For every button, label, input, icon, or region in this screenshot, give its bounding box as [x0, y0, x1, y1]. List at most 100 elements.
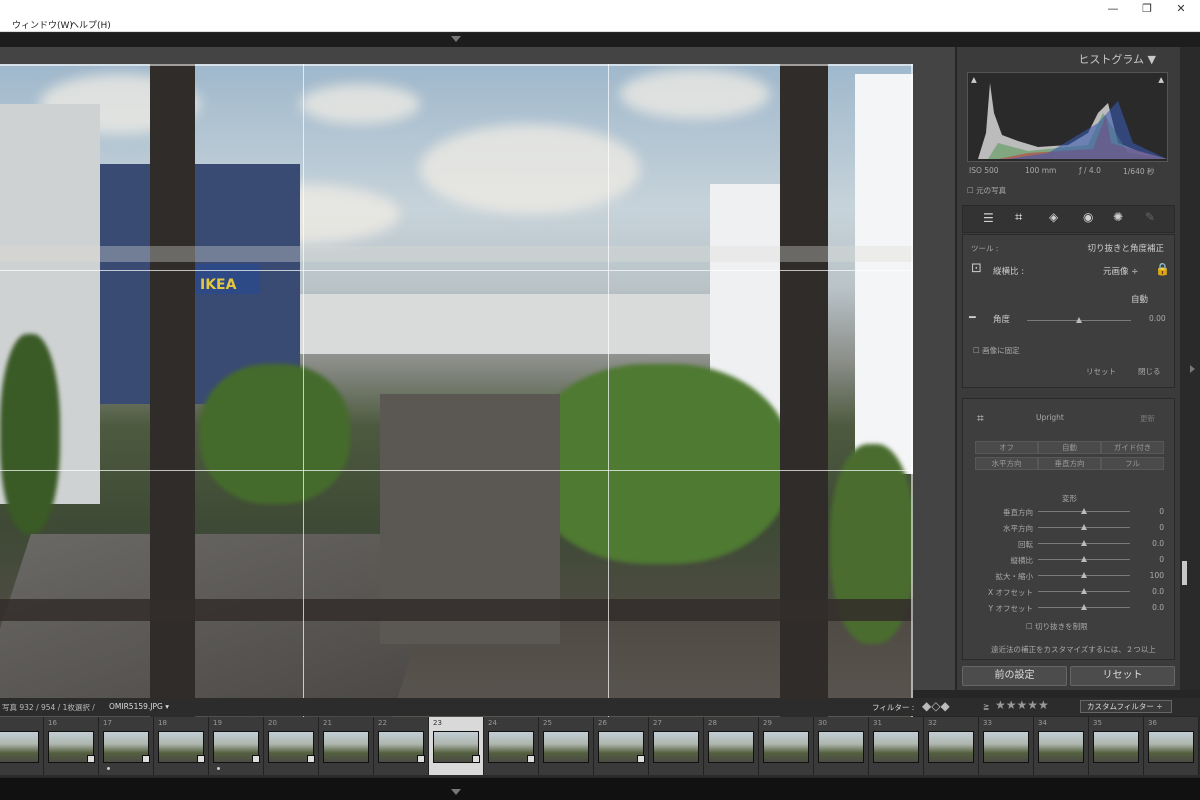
rating-operator[interactable]: ≧ — [983, 702, 989, 711]
edited-badge-icon[interactable] — [307, 755, 315, 763]
frame-thumbnail[interactable] — [928, 731, 974, 763]
transform-slider-value[interactable]: 100 — [1150, 571, 1164, 580]
frame-thumbnail[interactable] — [818, 731, 864, 763]
frame-thumbnail[interactable] — [323, 731, 369, 763]
frame-thumbnail[interactable] — [0, 731, 39, 763]
transform-slider-value[interactable]: 0.0 — [1152, 539, 1164, 548]
filmstrip-frame[interactable]: 20 — [264, 717, 319, 775]
transform-slider-knob[interactable] — [1081, 588, 1087, 594]
frame-thumbnail[interactable] — [1093, 731, 1139, 763]
red-eye-icon[interactable]: ◉ — [1083, 210, 1093, 224]
filmstrip-frame[interactable]: 16 — [44, 717, 99, 775]
transform-slider-knob[interactable] — [1081, 540, 1087, 546]
photo-canvas[interactable]: IKEA — [0, 64, 913, 722]
original-photo-toggle[interactable]: ☐ 元の写真 — [967, 185, 1006, 196]
transform-slider-knob[interactable] — [1081, 556, 1087, 562]
angle-value[interactable]: 0.00 — [1149, 314, 1166, 323]
filmstrip-frame[interactable]: 29 — [759, 717, 814, 775]
edited-badge-icon[interactable] — [637, 755, 645, 763]
transform-slider-value[interactable]: 0.0 — [1152, 603, 1164, 612]
straighten-tool-icon[interactable]: ━ — [969, 311, 976, 324]
crop-reset-button[interactable]: リセット — [1086, 366, 1116, 377]
histogram-clip-highlight-icon[interactable]: ▲ — [1158, 75, 1164, 84]
filmstrip-frame[interactable]: 34 — [1034, 717, 1089, 775]
custom-filter-select[interactable]: カスタムフィルター ÷ — [1080, 700, 1172, 713]
edited-badge-icon[interactable] — [417, 755, 425, 763]
constrain-crop-checkbox[interactable]: ☐ 切り抜きを制限 — [1026, 621, 1088, 632]
close-button[interactable]: ✕ — [1172, 2, 1190, 16]
panel-toggle-arrow-icon[interactable] — [1190, 365, 1195, 373]
menu-window[interactable]: ウィンドウ(W) — [12, 18, 73, 31]
reset-button[interactable]: リセット — [1070, 666, 1175, 686]
filmstrip-frame[interactable]: 33 — [979, 717, 1034, 775]
edited-badge-icon[interactable] — [252, 755, 260, 763]
filmstrip-frame[interactable]: 35 — [1089, 717, 1144, 775]
edited-badge-icon[interactable] — [87, 755, 95, 763]
aspect-select[interactable]: 元画像 ÷ — [1103, 265, 1138, 277]
filmstrip-frame[interactable]: 24 — [484, 717, 539, 775]
histogram-clip-shadow-icon[interactable]: ▲ — [971, 75, 977, 84]
frame-thumbnail[interactable] — [543, 731, 589, 763]
filmstrip-frame[interactable] — [0, 717, 44, 775]
transform-slider-knob[interactable] — [1081, 524, 1087, 530]
filmstrip-frame[interactable]: 18 — [154, 717, 209, 775]
filmstrip-frame[interactable]: 31 — [869, 717, 924, 775]
edited-badge-icon[interactable] — [527, 755, 535, 763]
collapse-bottom-arrow-icon[interactable] — [451, 789, 461, 795]
collapse-top-arrow-icon[interactable] — [451, 36, 461, 42]
transform-slider-knob[interactable] — [1081, 572, 1087, 578]
graduated-filter-icon[interactable]: ✺ — [1113, 210, 1123, 224]
constrain-checkbox[interactable]: ☐ 画像に固定 — [973, 345, 1020, 356]
brush-icon[interactable]: ✎ — [1145, 210, 1155, 224]
filmstrip-frame[interactable]: 19 — [209, 717, 264, 775]
crop-frame-icon[interactable]: ⊡ — [971, 261, 982, 276]
filmstrip-frame[interactable]: 22 — [374, 717, 429, 775]
flag-filter-icons[interactable]: ◆◇◆ — [922, 699, 950, 713]
bottom-panel-toggle-strip[interactable] — [0, 778, 1200, 800]
frame-thumbnail[interactable] — [708, 731, 754, 763]
frame-thumbnail[interactable] — [653, 731, 699, 763]
transform-slider-knob[interactable] — [1081, 604, 1087, 610]
lock-icon[interactable]: 🔒 — [1155, 262, 1170, 276]
filmstrip[interactable]: 16 17 18 19 20 21 22 23 24 25 26 27 28 29 30 31 32 33 34 35… — [0, 717, 1200, 777]
spot-removal-icon[interactable]: ◈ — [1049, 210, 1058, 224]
top-panel-toggle-strip[interactable] — [0, 33, 1200, 47]
edited-badge-icon[interactable] — [472, 755, 480, 763]
right-panel-scrollbar[interactable] — [1180, 47, 1200, 690]
upright-full-button[interactable]: フル — [1101, 457, 1164, 470]
frame-thumbnail[interactable] — [1148, 731, 1194, 763]
crop-close-button[interactable]: 閉じる — [1138, 366, 1161, 377]
minimize-button[interactable]: — — [1104, 2, 1122, 16]
frame-thumbnail[interactable] — [1038, 731, 1084, 763]
edited-badge-icon[interactable] — [142, 755, 150, 763]
frame-thumbnail[interactable] — [763, 731, 809, 763]
filename-dropdown[interactable]: OMIR5159.JPG ▾ — [109, 702, 169, 711]
filmstrip-frame[interactable]: 27 — [649, 717, 704, 775]
rating-stars[interactable]: ★★★★★ — [995, 698, 1049, 712]
filmstrip-frame[interactable]: 25 — [539, 717, 594, 775]
auto-straighten-button[interactable]: 自動 — [1131, 293, 1148, 305]
transform-slider-value[interactable]: 0 — [1159, 507, 1164, 516]
update-button[interactable]: 更新 — [1140, 413, 1155, 424]
filmstrip-frame[interactable]: 21 — [319, 717, 374, 775]
transform-slider-value[interactable]: 0.0 — [1152, 587, 1164, 596]
upright-vertical-button[interactable]: 垂直方向 — [1038, 457, 1101, 470]
filmstrip-frame[interactable]: 36 — [1144, 717, 1199, 775]
scrollbar-thumb[interactable] — [1182, 561, 1187, 585]
filmstrip-frame[interactable]: 32 — [924, 717, 979, 775]
upright-guided-button[interactable]: ガイド付き — [1101, 441, 1164, 454]
filmstrip-frame[interactable]: 30 — [814, 717, 869, 775]
transform-slider-knob[interactable] — [1081, 508, 1087, 514]
edited-badge-icon[interactable] — [197, 755, 205, 763]
previous-settings-button[interactable]: 前の設定 — [962, 666, 1067, 686]
filmstrip-frame[interactable]: 26 — [594, 717, 649, 775]
transform-slider-value[interactable]: 0 — [1159, 555, 1164, 564]
transform-slider-value[interactable]: 0 — [1159, 523, 1164, 532]
basic-adjust-icon[interactable]: ☰ — [983, 211, 994, 225]
angle-slider-knob[interactable] — [1076, 317, 1082, 323]
menu-help[interactable]: ヘルプ(H) — [70, 18, 111, 31]
filmstrip-frame[interactable]: 28 — [704, 717, 759, 775]
histogram-title[interactable]: ヒストグラム ▼ — [1078, 51, 1156, 67]
filmstrip-frame[interactable]: 17 — [99, 717, 154, 775]
upright-level-button[interactable]: 水平方向 — [975, 457, 1038, 470]
